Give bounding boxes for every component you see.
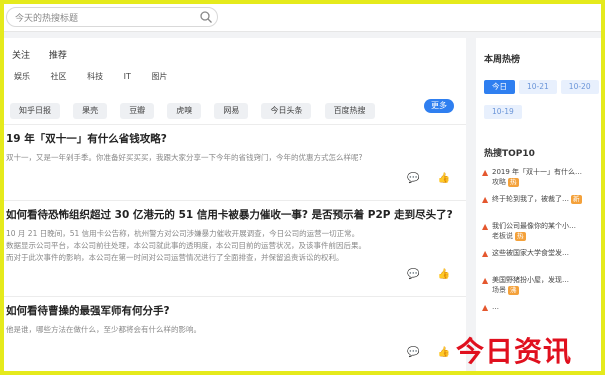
flame-icon: ▲ (482, 195, 489, 204)
flame-icon: ▲ (482, 303, 489, 312)
period-1021[interactable]: 10-21 (519, 80, 557, 94)
period-title: 本周热榜 (484, 55, 521, 65)
watermark-logo: 今日资讯 (456, 335, 573, 368)
comment-icon[interactable]: 💬 (407, 347, 419, 358)
hot-item[interactable]: ▲ 终于轮到我了，被裁了… 新 (482, 195, 601, 222)
tab-pictures[interactable]: 图片 (151, 72, 167, 81)
hot-badge: 热 (508, 178, 519, 187)
flame-icon: ▲ (482, 222, 489, 231)
source-chips: 知乎日报 果壳 豆瓣 虎嗅 网易 今日头条 百度热搜 更多 (10, 98, 460, 119)
article-summary-line: 10 月 21 日晚间，51 信用卡公告称，杭州警方对公司涉嫌暴力催收开展调查，… (6, 229, 360, 238)
hot-title: 热搜TOP10 (484, 149, 535, 159)
app-frame: 今天的热搜标题 关注 推荐 娱乐 社区 科技 IT 图片 知乎日报 果壳 豆瓣 … (4, 4, 601, 371)
hot-item[interactable]: ▲ 2019 年「双十一」有什么… 攻略热 (482, 168, 601, 195)
article-title[interactable]: 19 年「双十一」有什么省钱攻略? (6, 131, 167, 146)
hot-item-text[interactable]: 这些被国家大学食堂发… (492, 249, 601, 258)
chip-zhihu[interactable]: 知乎日报 (10, 103, 60, 119)
hot-badge: 热 (515, 232, 526, 241)
more-button[interactable]: 更多 (424, 99, 454, 113)
chip-huxiu[interactable]: 虎嗅 (167, 103, 202, 119)
hot-item-sub: 老板说热 (492, 232, 526, 241)
flame-icon: ▲ (482, 276, 489, 285)
article-summary: 双十一，又是一年剁手季。你准备好买买买，我跟大家分享一下今年的省钱窍门，今年的优… (6, 153, 363, 162)
article-title[interactable]: 如何看待恐怖组织超过 30 亿港元的 51 信用卡被暴力催收一事? 是否预示着 … (6, 207, 453, 222)
hot-item-sub: 攻略热 (492, 178, 519, 187)
hot-item-text[interactable]: 美国野猪扮小屋，发现… (492, 276, 601, 285)
article-actions: 💬 👍 (389, 269, 450, 280)
tab-community[interactable]: 社区 (51, 72, 67, 81)
article-card[interactable]: 如何看待曹操的最强军师有何分手? 他是谁，哪些方法在做什么，至少都将会有什么样的… (4, 296, 466, 371)
thumbs-up-icon[interactable]: 👍 (438, 173, 450, 184)
primary-tabs: 关注 推荐 (12, 48, 83, 61)
tab-entertainment[interactable]: 娱乐 (14, 72, 30, 81)
article-card[interactable]: 如何看待恐怖组织超过 30 亿港元的 51 信用卡被暴力催收一事? 是否预示着 … (4, 200, 466, 292)
period-1019[interactable]: 10-19 (484, 105, 522, 119)
search-input[interactable]: 今天的热搜标题 (15, 11, 78, 24)
hot-badge: 沸 (508, 286, 519, 295)
article-summary: 他是谁，哪些方法在做什么，至少都将会有什么样的影响。 (6, 325, 201, 334)
search-box[interactable]: 今天的热搜标题 (6, 7, 218, 27)
article-title[interactable]: 如何看待曹操的最强军师有何分手? (6, 303, 170, 318)
hot-item-text[interactable]: 我们公司最像你的某个小… (492, 222, 601, 231)
hot-item-text[interactable]: … (492, 303, 601, 312)
chip-guokr[interactable]: 果壳 (73, 103, 108, 119)
comment-icon[interactable]: 💬 (407, 269, 419, 280)
flame-icon: ▲ (482, 168, 489, 177)
category-tabs: 娱乐 社区 科技 IT 图片 (14, 71, 185, 82)
thumbs-up-icon[interactable]: 👍 (438, 269, 450, 280)
tab-it[interactable]: IT (124, 72, 131, 81)
article-actions: 💬 👍 (389, 347, 450, 358)
hot-item-sub: 场景沸 (492, 286, 519, 295)
thumbs-up-icon[interactable]: 👍 (438, 347, 450, 358)
chip-netease[interactable]: 网易 (214, 103, 249, 119)
period-today[interactable]: 今日 (484, 80, 515, 94)
search-icon[interactable] (199, 10, 213, 24)
flame-icon: ▲ (482, 249, 489, 258)
top-bar: 今天的热搜标题 (4, 4, 601, 32)
article-card[interactable]: 19 年「双十一」有什么省钱攻略? 双十一，又是一年剁手季。你准备好买买买，我跟… (4, 124, 466, 196)
period-1020[interactable]: 10-20 (560, 80, 599, 94)
comment-icon[interactable]: 💬 (407, 173, 419, 184)
article-summary-line: 数据显示公司平台，本公司前往处理，本公司就此事的透明度，本公司目前的运营状况，及… (6, 241, 366, 250)
hot-list: ▲ 2019 年「双十一」有什么… 攻略热 ▲ 终于轮到我了，被裁了… 新 ▲ 我… (482, 168, 601, 330)
chip-toutiao[interactable]: 今日头条 (261, 103, 312, 119)
hot-item[interactable]: ▲ 美国野猪扮小屋，发现… 场景沸 (482, 276, 601, 303)
tab-follow[interactable]: 关注 (12, 51, 30, 61)
chip-baidu[interactable]: 百度热搜 (324, 103, 375, 119)
chip-douban[interactable]: 豆瓣 (120, 103, 155, 119)
main-feed: 关注 推荐 娱乐 社区 科技 IT 图片 知乎日报 果壳 豆瓣 虎嗅 网易 今日… (4, 38, 466, 371)
hot-item-text[interactable]: 终于轮到我了，被裁了… 新 (492, 195, 601, 204)
sidebar: 本周热榜 今日 10-21 10-20 10-19 热搜TOP10 ▲ 2019 年「… (476, 38, 601, 371)
hot-item[interactable]: ▲ 这些被国家大学食堂发… (482, 249, 601, 276)
tab-recommend[interactable]: 推荐 (49, 51, 67, 61)
hot-badge: 新 (571, 195, 582, 204)
tab-tech[interactable]: 科技 (87, 72, 103, 81)
article-summary-line: 而对于此次事件的影响，本公司在第一时间对公司运营情况进行了全面排查，并保留追责诉… (6, 253, 344, 262)
hot-item[interactable]: ▲ 我们公司最像你的某个小… 老板说热 (482, 222, 601, 249)
hot-item-text[interactable]: 2019 年「双十一」有什么… (492, 168, 601, 177)
period-filters: 今日 10-21 10-20 10-19 (484, 74, 601, 124)
article-actions: 💬 👍 (389, 173, 450, 184)
hot-item[interactable]: ▲ … (482, 303, 601, 330)
